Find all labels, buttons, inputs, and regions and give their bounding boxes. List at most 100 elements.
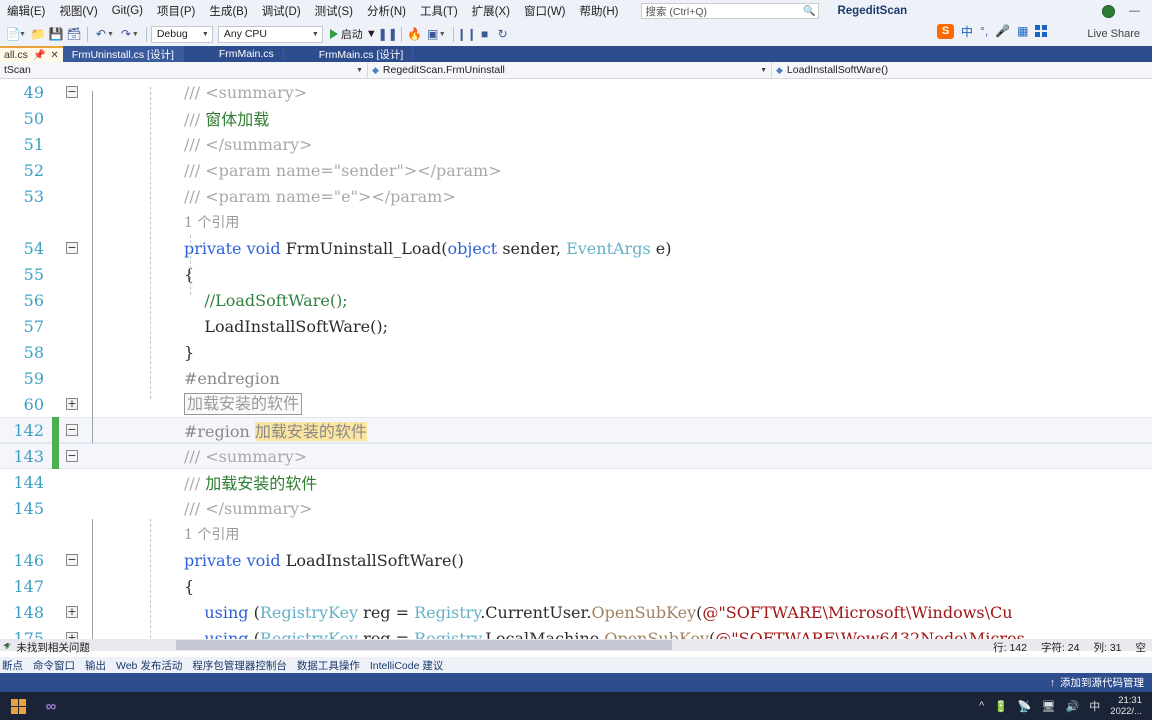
menu-item-analyze[interactable]: 分析(N) xyxy=(360,1,413,21)
tool-tab-package-manager-console[interactable]: 程序包管理器控制台 xyxy=(192,658,287,673)
collapse-region-icon[interactable]: − xyxy=(59,242,85,254)
menu-item-debug[interactable]: 调试(D) xyxy=(255,1,308,21)
start-button[interactable] xyxy=(0,698,36,714)
code-line[interactable]: 59 #endregion xyxy=(0,365,1152,391)
navbar-project-dropdown[interactable]: tScan ▼ xyxy=(0,62,368,78)
collapse-region-icon[interactable]: − xyxy=(59,424,85,436)
menu-item-window[interactable]: 窗口(W) xyxy=(517,1,573,21)
code-line[interactable]: 56 //LoadSoftWare(); xyxy=(0,287,1152,313)
save-all-icon[interactable]: 🗃 xyxy=(65,25,83,43)
search-input[interactable]: 搜索 (Ctrl+Q) 🔍 xyxy=(641,3,820,19)
tray-volume-icon[interactable]: 🔊 xyxy=(1066,700,1080,713)
save-icon[interactable]: 💾 xyxy=(47,25,65,43)
outline-toggle[interactable]: − xyxy=(66,450,78,462)
tool-tab-output[interactable]: 输出 xyxy=(85,658,106,673)
tray-network-icon[interactable]: 📡 xyxy=(1018,700,1032,713)
collapsed-region-text[interactable]: 加载安装的软件 xyxy=(184,393,303,415)
code-line[interactable]: 1 个引用 xyxy=(0,521,1152,547)
code-line[interactable]: 50 /// 窗体加载 xyxy=(0,105,1152,131)
restart-icon[interactable]: ↻ xyxy=(494,25,512,43)
tab-frmuninstall-design[interactable]: FrmUninstall.cs [设计] xyxy=(62,46,184,62)
code-line[interactable]: 142 − #region 加载安装的软件 xyxy=(0,417,1152,443)
solution-configuration-dropdown[interactable]: Debug ▼ xyxy=(150,25,213,43)
codelens-reference-count[interactable]: 1 个引用 xyxy=(184,215,239,231)
menu-item-git[interactable]: Git(G) xyxy=(105,3,150,19)
break-all-icon[interactable]: ❙❙ xyxy=(457,25,477,43)
tab-overflow-active-document[interactable]: all.cs 📌 ✕ xyxy=(0,46,63,62)
open-file-icon[interactable]: 📁 xyxy=(29,25,47,43)
code-line[interactable]: 148 + using (RegistryKey reg = Registry.C… xyxy=(0,599,1152,625)
tool-tab-intellicode[interactable]: IntelliCode 建议 xyxy=(370,658,444,673)
expand-region-icon[interactable]: + xyxy=(59,632,85,639)
outline-toggle[interactable]: − xyxy=(66,554,78,566)
overflow-chevron-icon[interactable]: ▼ xyxy=(439,31,446,38)
menu-item-build[interactable]: 生成(B) xyxy=(202,1,254,21)
code-line[interactable]: 144 /// 加载安装的软件 xyxy=(0,469,1152,495)
outline-toggle[interactable]: − xyxy=(66,86,78,98)
ime-microphone-icon[interactable]: 🎤 xyxy=(995,24,1010,38)
code-line[interactable]: 57 LoadInstallSoftWare(); xyxy=(0,313,1152,339)
ime-toolbox-icon[interactable] xyxy=(1035,25,1048,37)
code-line[interactable]: 54 − private void FrmUninstall_Load(object… xyxy=(0,235,1152,261)
code-line[interactable]: 60 + 加载安装的软件 xyxy=(0,391,1152,417)
close-icon[interactable]: ✕ xyxy=(50,50,58,61)
hot-reload-icon[interactable]: 🔥 xyxy=(406,25,424,43)
collapse-region-icon[interactable]: − xyxy=(59,554,85,566)
new-file-chevron-icon[interactable]: ▼ xyxy=(19,31,26,38)
start-debug-button[interactable]: 启动 ▼ xyxy=(329,26,377,42)
code-line[interactable]: 1 个引用 xyxy=(0,209,1152,235)
tab-frmmain-design[interactable]: FrmMain.cs [设计] xyxy=(309,46,414,62)
menu-item-view[interactable]: 视图(V) xyxy=(52,1,104,21)
outline-toggle[interactable]: + xyxy=(66,632,78,639)
outline-toggle[interactable]: + xyxy=(66,606,78,618)
collapse-region-icon[interactable]: − xyxy=(59,86,85,98)
pause-icon[interactable]: ❚❚ xyxy=(378,25,398,43)
tray-display-icon[interactable]: 🖥 xyxy=(1042,700,1056,713)
code-line[interactable]: 55 { xyxy=(0,261,1152,287)
live-share-button[interactable]: Live Share xyxy=(1083,28,1144,40)
ime-mode-label[interactable]: 中 xyxy=(961,23,973,40)
tray-battery-icon[interactable]: 🔋 xyxy=(994,700,1008,713)
menu-item-project[interactable]: 项目(P) xyxy=(150,1,202,21)
stop-debug-icon[interactable]: ■ xyxy=(476,25,494,43)
pin-icon[interactable]: 📌 xyxy=(33,50,45,61)
menu-item-edit[interactable]: 编辑(E) xyxy=(0,1,52,21)
ime-keyboard-icon[interactable]: ▦ xyxy=(1017,24,1028,38)
code-line[interactable]: 147 { xyxy=(0,573,1152,599)
code-line[interactable]: 52 /// <param name="sender"></param> xyxy=(0,157,1152,183)
minimize-button[interactable]: — xyxy=(1125,5,1144,17)
code-line[interactable]: 146 − private void LoadInstallSoftWare() xyxy=(0,547,1152,573)
outline-toggle[interactable]: + xyxy=(66,398,78,410)
navbar-type-dropdown[interactable]: ◆ RegeditScan.FrmUninstall ▼ xyxy=(368,62,772,78)
undo-chevron-icon[interactable]: ▼ xyxy=(107,31,114,38)
account-avatar-icon[interactable] xyxy=(1102,4,1115,18)
code-editor[interactable]: 49 − /// <summary> 50 /// 窗体加载 51 /// </summar… xyxy=(0,79,1152,639)
tool-tab-command-window[interactable]: 命令窗口 xyxy=(33,658,75,673)
code-line[interactable]: 49 − /// <summary> xyxy=(0,79,1152,105)
expand-region-icon[interactable]: + xyxy=(59,606,85,618)
menu-item-extensions[interactable]: 扩展(X) xyxy=(465,1,517,21)
menu-item-help[interactable]: 帮助(H) xyxy=(573,1,626,21)
code-line[interactable]: 51 /// </summary> xyxy=(0,131,1152,157)
collapse-region-icon[interactable]: − xyxy=(59,450,85,462)
tray-ime-indicator[interactable]: 中 xyxy=(1089,698,1100,714)
taskbar-clock[interactable]: 21:31 2022/... xyxy=(1110,695,1146,717)
taskbar-visual-studio-icon[interactable]: ∞ xyxy=(36,698,66,715)
solution-platform-dropdown[interactable]: Any CPU ▼ xyxy=(217,25,323,43)
navbar-member-dropdown[interactable]: ◆ LoadInstallSoftWare() xyxy=(772,62,1152,78)
tool-tab-breakpoints[interactable]: 断点 xyxy=(2,658,23,673)
ime-punctuation-icon[interactable]: °, xyxy=(980,24,988,38)
add-to-source-control-label[interactable]: 添加到源代码管理 xyxy=(1060,675,1144,690)
menu-item-test[interactable]: 测试(S) xyxy=(308,1,360,21)
code-line[interactable]: 175 + using (RegistryKey reg = Registry.L… xyxy=(0,625,1152,639)
code-line[interactable]: 145 /// </summary> xyxy=(0,495,1152,521)
codelens-reference-count[interactable]: 1 个引用 xyxy=(184,527,239,543)
tab-frmmain-cs[interactable]: FrmMain.cs xyxy=(209,46,284,62)
outline-toggle[interactable]: − xyxy=(66,424,78,436)
code-line[interactable]: 53 /// <param name="e"></param> xyxy=(0,183,1152,209)
tray-chevron-up-icon[interactable]: ^ xyxy=(979,700,984,712)
code-line[interactable]: 143 − /// <summary> xyxy=(0,443,1152,469)
redo-chevron-icon[interactable]: ▼ xyxy=(132,31,139,38)
tool-tab-web-publish[interactable]: Web 发布活动 xyxy=(116,658,182,673)
menu-item-tools[interactable]: 工具(T) xyxy=(413,1,465,21)
